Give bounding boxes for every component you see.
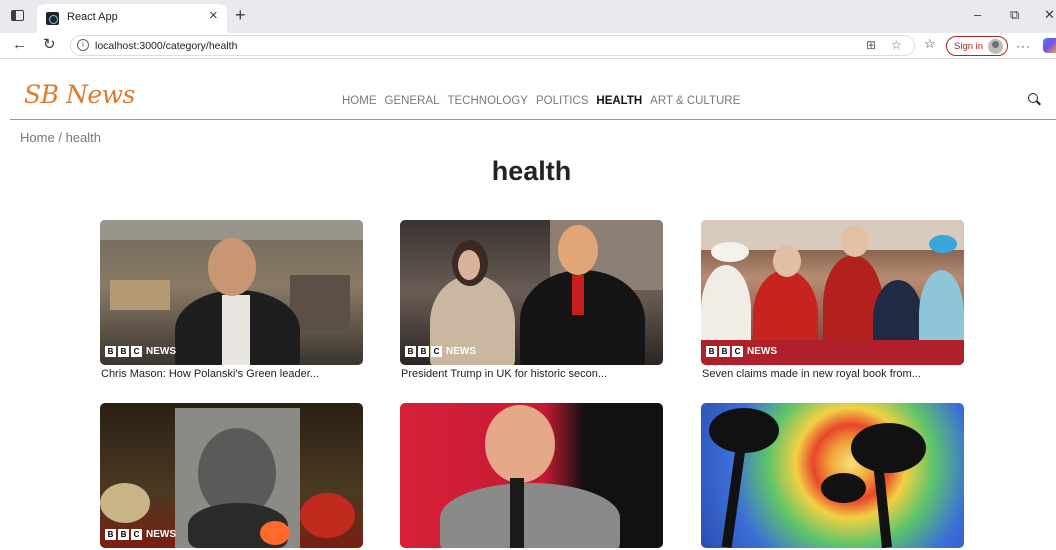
bbc-news-badge: B B C NEWS <box>405 346 476 357</box>
bbc-news-badge: B B C NEWS <box>105 346 176 357</box>
news-image[interactable] <box>701 403 964 548</box>
split-screen-icon[interactable]: ⊞ <box>866 38 876 52</box>
nav-art-culture[interactable]: ART & CULTURE <box>650 95 740 107</box>
search-icon[interactable] <box>1028 93 1041 106</box>
sign-in-button[interactable]: Sign in <box>946 36 1008 56</box>
react-favicon-icon <box>46 12 59 25</box>
favorites-icon[interactable]: ☆ <box>924 37 936 50</box>
main-nav: HOME GENERAL TECHNOLOGY POLITICS HEALTH … <box>342 95 740 107</box>
page-title: health <box>491 156 572 186</box>
nav-technology[interactable]: TECHNOLOGY <box>447 95 528 107</box>
close-tab-icon[interactable]: × <box>209 8 218 23</box>
nav-politics[interactable]: POLITICS <box>536 95 588 107</box>
copilot-icon[interactable] <box>1043 38 1056 53</box>
tab-actions-icon[interactable] <box>10 8 26 24</box>
news-image[interactable]: B B C NEWS <box>400 220 663 365</box>
news-caption[interactable]: President Trump in UK for historic secon… <box>401 368 663 380</box>
news-image[interactable]: B B C NEWS <box>100 403 363 548</box>
news-image[interactable]: B B C NEWS <box>100 220 363 365</box>
favorite-star-icon[interactable]: ☆ <box>891 38 902 52</box>
back-icon[interactable]: ← <box>12 37 27 52</box>
minimize-icon[interactable]: – <box>974 8 981 21</box>
news-image[interactable]: B B C NEWS <box>701 220 964 365</box>
nav-home[interactable]: HOME <box>342 95 377 107</box>
news-caption[interactable]: Seven claims made in new royal book from… <box>702 368 964 380</box>
site-header: SB News HOME GENERAL TECHNOLOGY POLITICS… <box>10 60 1056 120</box>
tab-title: React App <box>67 11 118 23</box>
address-bar: ← ↻ i localhost:3000/category/health ⊞ ☆… <box>0 33 1056 59</box>
refresh-icon[interactable]: ↻ <box>43 37 56 52</box>
news-caption[interactable]: Chris Mason: How Polanski's Green leader… <box>101 368 363 380</box>
url-field[interactable]: i localhost:3000/category/health ⊞ ☆ <box>70 35 915 56</box>
restore-icon[interactable]: ⧉ <box>1010 8 1019 21</box>
profile-avatar-icon <box>988 39 1003 54</box>
more-options-icon[interactable]: ··· <box>1016 39 1031 53</box>
nav-general[interactable]: GENERAL <box>385 95 440 107</box>
breadcrumb-separator: / <box>58 130 62 145</box>
bbc-news-badge: B B C NEWS <box>105 529 176 540</box>
breadcrumb-home[interactable]: Home <box>20 130 55 145</box>
bbc-news-badge: B B C NEWS <box>706 346 777 357</box>
url-text: localhost:3000/category/health <box>95 40 238 52</box>
nav-health[interactable]: HEALTH <box>596 95 642 107</box>
new-tab-icon[interactable]: + <box>235 6 246 24</box>
browser-tab-bar: React App × + – ⧉ ✕ <box>0 0 1056 33</box>
site-logo[interactable]: SB News <box>24 80 135 109</box>
site-info-icon[interactable]: i <box>77 39 89 51</box>
browser-tab[interactable]: React App × <box>37 4 227 33</box>
sign-in-label: Sign in <box>954 41 984 52</box>
breadcrumb: Home / health <box>20 130 101 145</box>
news-image[interactable] <box>400 403 663 548</box>
breadcrumb-current: health <box>65 130 101 145</box>
close-window-icon[interactable]: ✕ <box>1044 8 1055 21</box>
